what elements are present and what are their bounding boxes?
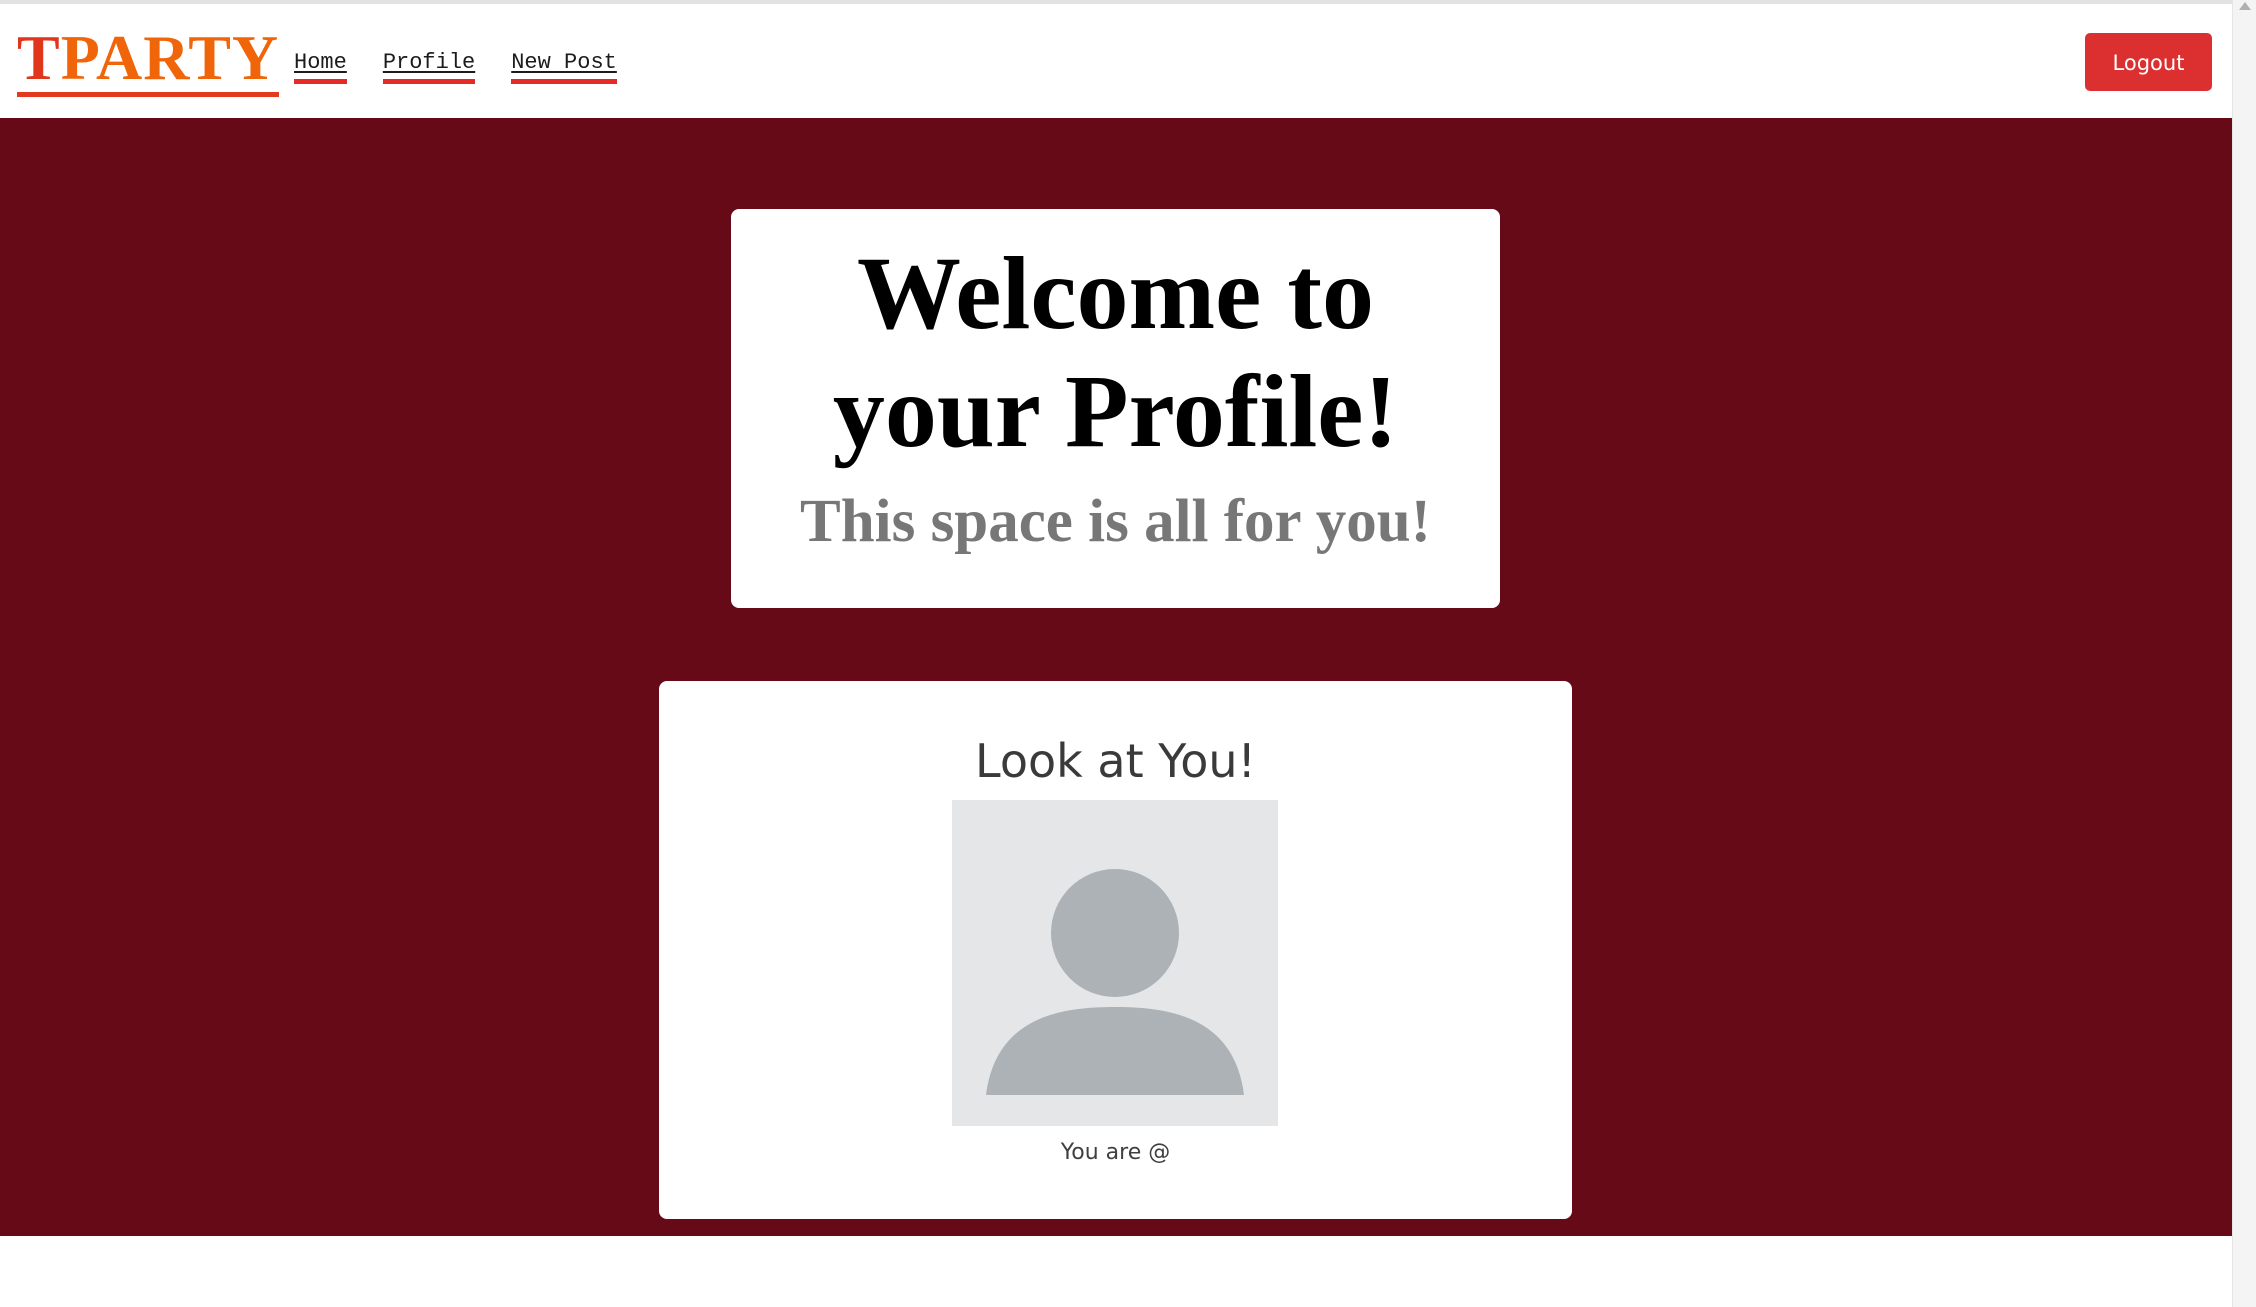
nav-link-new-post[interactable]: New Post (511, 50, 617, 85)
brand-logo[interactable]: TPARTY (17, 26, 280, 97)
welcome-title: Welcome to your Profile! (731, 209, 1500, 471)
person-silhouette-icon (986, 869, 1244, 1095)
profile-card-title: Look at You! (975, 734, 1256, 788)
username-label: You are @ (1060, 1140, 1171, 1165)
brand-logo-rest: PARTY (60, 22, 280, 93)
welcome-title-line-1: Welcome to (857, 236, 1374, 351)
welcome-card: Welcome to your Profile! This space is a… (731, 209, 1500, 608)
profile-card: Look at You! You are @ (659, 681, 1572, 1219)
nav-link-home[interactable]: Home (294, 50, 347, 85)
welcome-subtitle: This space is all for you! (800, 488, 1431, 555)
scroll-up-arrow-icon[interactable] (2239, 2, 2251, 10)
profile-hero: Welcome to your Profile! This space is a… (0, 118, 2232, 1236)
nav-links: Home Profile New Post (294, 50, 653, 85)
avatar (952, 800, 1278, 1126)
nav-link-profile[interactable]: Profile (382, 50, 476, 85)
page-scrollbar[interactable] (2232, 0, 2256, 1307)
logout-button[interactable]: Logout (2085, 33, 2212, 91)
welcome-title-line-2: your Profile! (832, 354, 1399, 469)
brand-logo-first-letter: T (17, 22, 61, 93)
navbar: TPARTY Home Profile New Post Logout (0, 4, 2232, 118)
